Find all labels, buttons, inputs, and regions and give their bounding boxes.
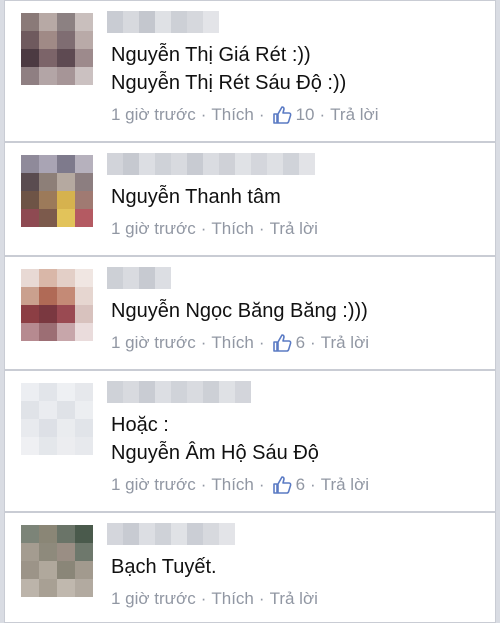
like-link[interactable]: Thích <box>211 105 254 125</box>
avatar[interactable] <box>21 383 93 455</box>
comment-meta: 1 giờ trước · Thích · 6 · Trả lời <box>111 333 369 353</box>
comment-meta: 1 giờ trước · Thích · Trả lời <box>111 219 318 239</box>
thumbs-up-icon[interactable] <box>272 334 292 352</box>
comment: Nguyễn Thị Giá Rét :)) Nguyễn Thị Rét Sá… <box>4 0 496 142</box>
reply-link[interactable]: Trả lời <box>321 333 369 353</box>
separator: · <box>319 105 326 124</box>
thumbs-up-icon[interactable] <box>272 106 292 124</box>
comment-meta: 1 giờ trước · Thích · 10 · Trả lời <box>111 105 378 125</box>
avatar[interactable] <box>21 525 93 597</box>
separator: · <box>258 219 265 238</box>
comment-text-line: Nguyễn Thị Rét Sáu Độ :)) <box>111 72 347 94</box>
separator: · <box>258 333 265 352</box>
separator: · <box>200 219 207 238</box>
timestamp[interactable]: 1 giờ trước <box>111 333 196 353</box>
comment-text-line: Bạch Tuyết. <box>111 556 217 578</box>
separator: · <box>258 105 265 124</box>
thumbs-up-icon[interactable] <box>272 476 292 494</box>
separator: · <box>200 589 207 608</box>
like-count[interactable]: 10 <box>296 105 315 125</box>
comment-meta: 1 giờ trước · Thích · Trả lời <box>111 589 318 609</box>
comment-text-line: Nguyễn Thanh tâm <box>111 186 281 208</box>
author-name-blurred[interactable] <box>107 381 251 403</box>
reply-link[interactable]: Trả lời <box>330 105 378 125</box>
author-name-blurred[interactable] <box>107 523 235 545</box>
timestamp[interactable]: 1 giờ trước <box>111 105 196 125</box>
separator: · <box>310 333 316 352</box>
like-link[interactable]: Thích <box>211 333 254 353</box>
comment: Nguyễn Thanh tâm 1 giờ trước · Thích · T… <box>4 142 496 256</box>
separator: · <box>310 475 316 494</box>
timestamp[interactable]: 1 giờ trước <box>111 475 196 495</box>
comment-text-line: Nguyễn Âm Hộ Sáu Độ <box>111 442 319 464</box>
like-count[interactable]: 6 <box>296 333 305 353</box>
avatar[interactable] <box>21 155 93 227</box>
comment: Nguyễn Ngọc Băng Băng :))) 1 giờ trước ·… <box>4 256 496 370</box>
like-link[interactable]: Thích <box>211 219 254 239</box>
avatar[interactable] <box>21 269 93 341</box>
comment-text-line: Nguyễn Ngọc Băng Băng :))) <box>111 300 368 322</box>
comment: Bạch Tuyết. 1 giờ trước · Thích · Trả lờ… <box>4 512 496 623</box>
comment: Hoặc : Nguyễn Âm Hộ Sáu Độ 1 giờ trước ·… <box>4 370 496 512</box>
like-link[interactable]: Thích <box>211 475 254 495</box>
like-link[interactable]: Thích <box>211 589 254 609</box>
timestamp[interactable]: 1 giờ trước <box>111 219 196 239</box>
separator: · <box>200 475 207 494</box>
comment-thread: Nguyễn Thị Giá Rét :)) Nguyễn Thị Rét Sá… <box>0 0 500 623</box>
comment-text-line: Nguyễn Thị Giá Rét :)) <box>111 44 311 66</box>
reply-link[interactable]: Trả lời <box>270 219 318 239</box>
separator: · <box>258 589 265 608</box>
author-name-blurred[interactable] <box>107 267 171 289</box>
reply-link[interactable]: Trả lời <box>321 475 369 495</box>
avatar[interactable] <box>21 13 93 85</box>
separator: · <box>200 105 207 124</box>
like-count[interactable]: 6 <box>296 475 305 495</box>
author-name-blurred[interactable] <box>107 153 315 175</box>
author-name-blurred[interactable] <box>107 11 219 33</box>
comment-meta: 1 giờ trước · Thích · 6 · Trả lời <box>111 475 369 495</box>
reply-link[interactable]: Trả lời <box>270 589 318 609</box>
separator: · <box>258 475 265 494</box>
timestamp[interactable]: 1 giờ trước <box>111 589 196 609</box>
separator: · <box>200 333 207 352</box>
comment-text-line: Hoặc : <box>111 414 169 436</box>
